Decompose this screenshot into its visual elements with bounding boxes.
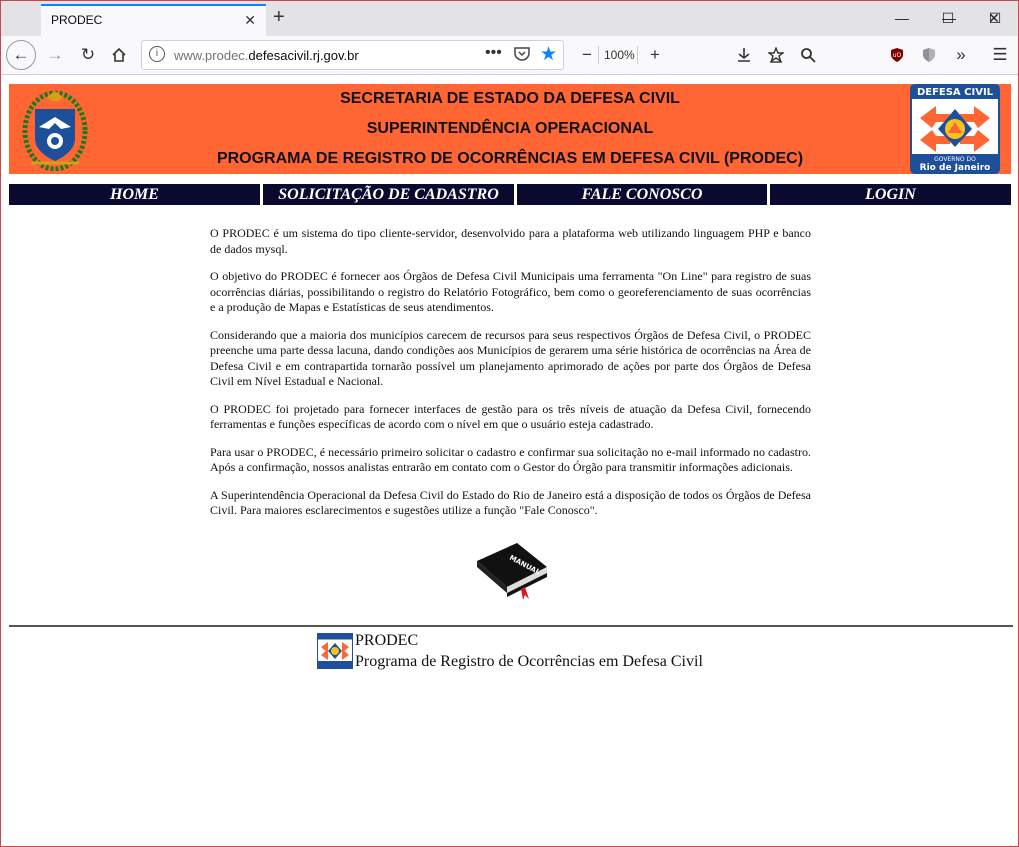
main-nav: HOME SOLICITAÇÃO DE CADASTRO FALE CONOSC… <box>9 184 1011 205</box>
url-text[interactable]: www.prodec.defesacivil.rj.gov.br <box>174 48 359 63</box>
footer-divider <box>9 625 1013 627</box>
arrow-right-icon: → <box>46 45 64 64</box>
url-domain: defesacivil.rj.gov.br <box>248 48 359 63</box>
defesa-civil-logo: DEFESA CIVIL GOVERNO DO Rio de Janeiro <box>910 84 1000 174</box>
paragraph-3: Considerando que a maioria dos município… <box>210 327 811 389</box>
reload-icon: ↻ <box>80 45 96 64</box>
reload-button[interactable]: ↻ <box>74 41 102 69</box>
library-icon <box>766 46 786 63</box>
url-bar[interactable]: i www.prodec.defesacivil.rj.gov.br ••• ★ <box>141 40 564 70</box>
paragraph-5: Para usar o PRODEC, é necessário primeir… <box>210 444 811 475</box>
paragraph-1: O PRODEC é um sistema do tipo cliente-se… <box>210 226 811 256</box>
zoom-level[interactable]: 100% <box>604 48 635 62</box>
tab-title: PRODEC <box>51 13 103 27</box>
shield-icon <box>923 48 935 62</box>
paragraph-4: O PRODEC foi projetado para fornecer int… <box>210 401 811 432</box>
manual-book-icon[interactable]: MANUAL <box>473 537 551 601</box>
minus-icon: − <box>582 45 592 64</box>
arrow-left-icon: ← <box>12 45 30 64</box>
search-icon <box>801 48 816 63</box>
header-banner: SECRETARIA DE ESTADO DA DEFESA CIVIL SUP… <box>9 84 1011 174</box>
page-viewport: SECRETARIA DE ESTADO DA DEFESA CIVIL SUP… <box>1 75 1018 846</box>
tab-strip: PRODEC ✕ + — ☐ <box>1 1 1018 36</box>
nav-fale-conosco[interactable]: FALE CONOSCO <box>517 184 767 205</box>
nav-home[interactable]: HOME <box>9 184 260 205</box>
divider <box>598 46 599 64</box>
header-line-secretaria: SECRETARIA DE ESTADO DA DEFESA CIVIL <box>340 90 680 107</box>
nav-toolbar: ← → ↻ i www.prodec.defesacivil.rj.gov.br… <box>1 36 1018 75</box>
divider <box>637 46 638 64</box>
library-button[interactable] <box>762 41 790 69</box>
tab-prodec[interactable]: PRODEC ✕ <box>41 4 266 36</box>
menu-button[interactable]: ☰ <box>986 41 1014 69</box>
paragraph-2: O objetivo do PRODEC é fornecer aos Órgã… <box>210 269 811 314</box>
logo-top-text: DEFESA CIVIL <box>917 87 994 98</box>
intro-text: O PRODEC é um sistema do tipo cliente-se… <box>210 226 811 531</box>
footer-title: PRODEC <box>355 632 419 649</box>
zoom-in-button[interactable]: + <box>641 41 669 69</box>
header-line-prodec: PROGRAMA DE REGISTRO DE OCORRÊNCIAS EM D… <box>216 150 804 167</box>
browser-window: PRODEC ✕ + — ☐ ✕ ☐ — ← → ↻ i www.prodec.… <box>0 0 1019 847</box>
plus-icon: + <box>650 45 660 64</box>
download-button[interactable] <box>730 41 758 69</box>
url-prefix: www.prodec. <box>174 48 249 63</box>
search-button[interactable] <box>794 41 822 69</box>
hamburger-menu-icon: ☰ <box>992 45 1008 64</box>
star-icon[interactable]: ★ <box>540 43 557 66</box>
pocket-icon[interactable] <box>514 46 530 64</box>
download-icon <box>738 48 750 62</box>
footer-defesa-civil-logo <box>317 633 353 669</box>
shield-button[interactable] <box>915 41 943 69</box>
window-maximize-icon[interactable]: ☐ <box>925 1 971 36</box>
svg-text:uO: uO <box>893 52 902 59</box>
window-minimize-icon[interactable]: — <box>879 1 925 36</box>
overflow-button[interactable]: » <box>947 41 975 69</box>
ublock-button[interactable]: uO <box>883 41 911 69</box>
close-icon[interactable]: ✕ <box>244 12 256 29</box>
logo-governo-text: GOVERNO DO <box>934 156 976 163</box>
logo-rio-text: Rio de Janeiro <box>920 163 991 173</box>
window-close-icon[interactable]: ✕ <box>971 1 1017 36</box>
home-button[interactable] <box>105 41 133 69</box>
chevron-double-right-icon: » <box>956 45 966 64</box>
back-button[interactable]: ← <box>6 40 36 70</box>
ellipsis-icon[interactable]: ••• <box>485 44 502 62</box>
nav-solicitacao-cadastro[interactable]: SOLICITAÇÃO DE CADASTRO <box>263 184 514 205</box>
new-tab-plus-icon[interactable]: + <box>273 6 285 29</box>
paragraph-6: A Superintendência Operacional da Defesa… <box>210 487 811 518</box>
header-line-superintendencia: SUPERINTENDÊNCIA OPERACIONAL <box>366 120 654 137</box>
home-icon <box>112 47 126 62</box>
footer-subtitle: Programa de Registro de Ocorrências em D… <box>355 653 703 670</box>
info-icon[interactable]: i <box>149 46 165 62</box>
nav-login[interactable]: LOGIN <box>770 184 1011 205</box>
zoom-out-button[interactable]: − <box>573 41 601 69</box>
ublock-icon: uO <box>891 48 903 62</box>
forward-button[interactable]: → <box>41 41 69 69</box>
